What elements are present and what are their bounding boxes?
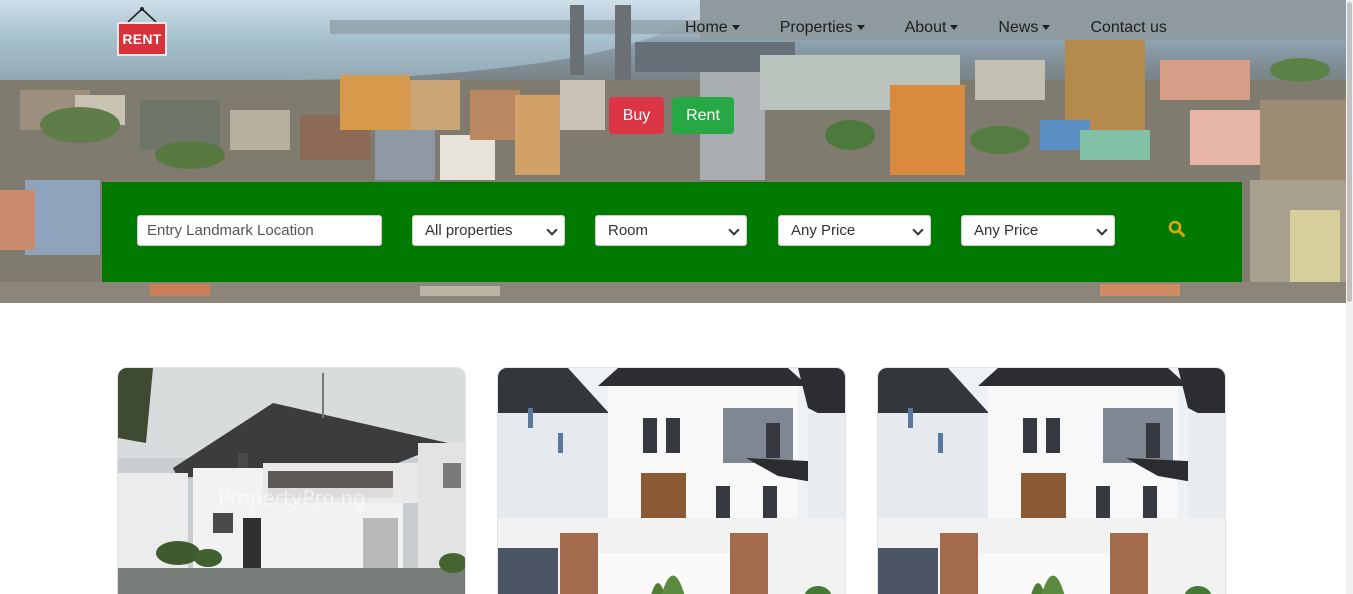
search-icon <box>1168 220 1185 237</box>
max-price-select[interactable]: Any Price <box>961 215 1115 246</box>
caret-down-icon <box>1042 24 1051 30</box>
nav-contact-label: Contact us <box>1090 19 1167 36</box>
property-card[interactable]: PropertyPro.ng <box>117 367 466 594</box>
property-type-value: All properties <box>425 222 513 239</box>
nav-news-label: News <box>998 19 1039 36</box>
nav-properties[interactable]: Properties <box>780 17 865 39</box>
search-button[interactable] <box>1168 220 1186 238</box>
property-card[interactable] <box>877 367 1226 594</box>
nav-contact[interactable]: Contact us <box>1090 17 1166 39</box>
max-price-value: Any Price <box>974 222 1039 239</box>
property-image-duplex <box>878 368 1225 594</box>
min-price-value: Any Price <box>791 222 856 239</box>
nav-properties-label: Properties <box>779 19 853 36</box>
property-image-house <box>118 368 465 594</box>
chevron-down-icon <box>912 224 924 236</box>
card-watermark: PropertyPro.ng <box>218 486 366 510</box>
sign-hanger-icon <box>127 7 157 22</box>
main-nav: Home Properties About News Contact us <box>685 17 1167 39</box>
scrollbar-thumb[interactable] <box>1347 2 1352 302</box>
room-select[interactable]: Room <box>595 215 747 246</box>
min-price-select[interactable]: Any Price <box>778 215 931 246</box>
chevron-down-icon <box>546 224 558 236</box>
property-card[interactable] <box>497 367 846 594</box>
caret-down-icon <box>731 24 740 30</box>
buy-button[interactable]: Buy <box>609 97 664 134</box>
caret-down-icon <box>950 24 959 30</box>
chevron-down-icon <box>728 224 740 236</box>
chevron-down-icon <box>1096 224 1108 236</box>
property-type-select[interactable]: All properties <box>412 215 565 246</box>
site-logo[interactable]: RENT <box>116 6 168 56</box>
nav-news[interactable]: News <box>998 17 1051 39</box>
room-value: Room <box>608 222 649 239</box>
rent-button[interactable]: Rent <box>672 97 734 134</box>
nav-about-label: About <box>904 19 947 36</box>
nav-about[interactable]: About <box>905 17 959 39</box>
search-panel: Entry Landmark Location All properties R… <box>102 182 1242 282</box>
nav-home[interactable]: Home <box>685 17 740 39</box>
nav-home-label: Home <box>685 19 728 36</box>
property-image-duplex <box>498 368 845 594</box>
location-input[interactable]: Entry Landmark Location <box>137 215 382 246</box>
location-placeholder: Entry Landmark Location <box>147 222 314 239</box>
logo-sign: RENT <box>117 22 167 56</box>
page-scrollbar[interactable] <box>1346 0 1353 594</box>
caret-down-icon <box>856 24 865 30</box>
